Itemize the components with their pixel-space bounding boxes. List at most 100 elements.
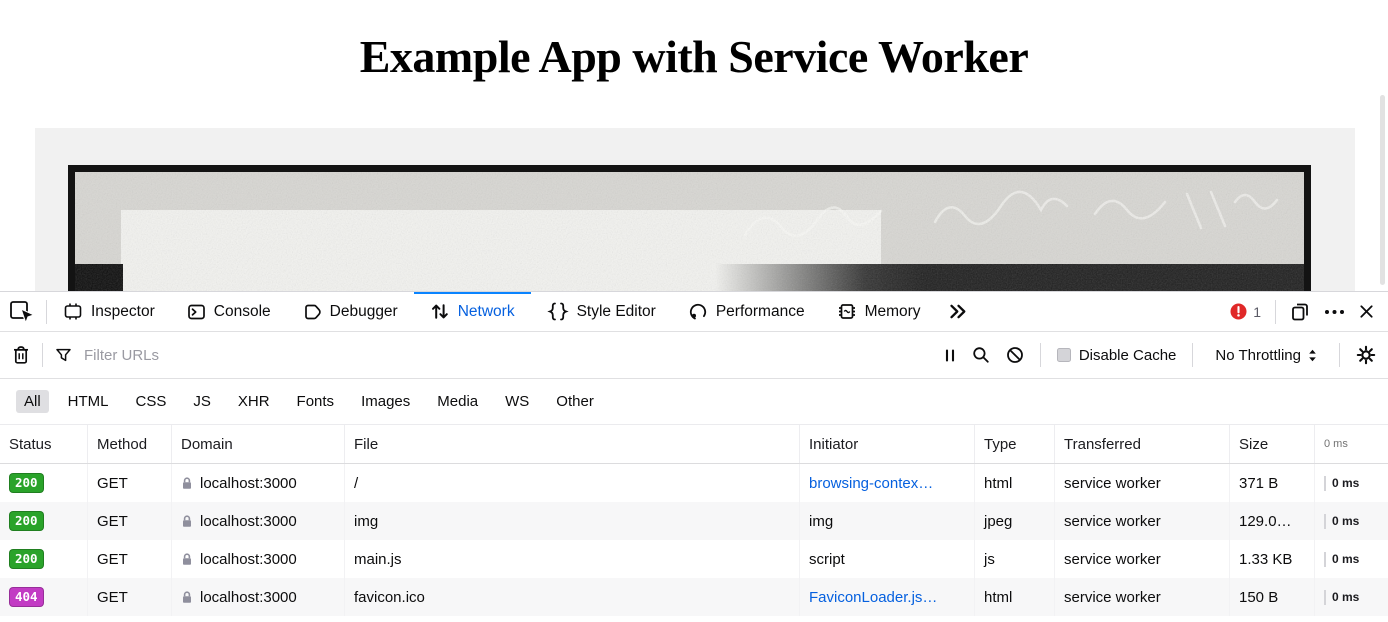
network-filter-bar: Disable Cache No Throttling [0, 332, 1388, 379]
lock-icon [181, 476, 193, 490]
type-cell: jpeg [975, 502, 1055, 540]
status-badge: 200 [9, 473, 44, 493]
method-cell: GET [88, 464, 172, 502]
filter-urls-input[interactable] [84, 347, 932, 364]
filterbar-divider [1040, 343, 1041, 367]
column-header-size[interactable]: Size [1230, 425, 1315, 463]
toolbar-divider [1275, 300, 1276, 324]
type-filter-css[interactable]: CSS [128, 390, 175, 413]
timeline-cell: 0 ms [1315, 464, 1388, 502]
filter-right: Disable Cache No Throttling [944, 343, 1376, 367]
initiator-cell[interactable]: FaviconLoader.js… [800, 578, 975, 616]
column-header-timeline[interactable]: 0 ms [1315, 425, 1388, 463]
type-filter-other[interactable]: Other [548, 390, 602, 413]
lock-icon [181, 590, 193, 604]
type-filter-fonts[interactable]: Fonts [289, 390, 343, 413]
devtools-panel: Inspector Console Debugger Network Style… [0, 291, 1388, 622]
type-cell: html [975, 464, 1055, 502]
column-header-initiator[interactable]: Initiator [800, 425, 975, 463]
type-filter-js[interactable]: JS [185, 390, 219, 413]
timeline-cell: 0 ms [1315, 578, 1388, 616]
search-icon[interactable] [972, 346, 990, 364]
filterbar-divider [42, 343, 43, 367]
network-request-row[interactable]: 200 GET localhost:3000 / browsing-contex… [0, 464, 1388, 502]
devtools-tab-network[interactable]: Network [414, 292, 531, 331]
devtools-tab-memory[interactable]: Memory [821, 292, 937, 331]
initiator-cell[interactable]: img [800, 502, 975, 540]
close-icon[interactable] [1359, 304, 1374, 319]
network-settings-gear-icon[interactable] [1356, 345, 1376, 365]
style-editor-icon [547, 302, 569, 321]
request-type-filters: All HTML CSS JS XHR Fonts Images Media W… [0, 379, 1388, 425]
performance-icon [688, 302, 708, 322]
timeline-cell: 0 ms [1315, 540, 1388, 578]
initiator-cell[interactable]: browsing-contex… [800, 464, 975, 502]
devtools-tab-console[interactable]: Console [171, 292, 287, 331]
type-filter-html[interactable]: HTML [60, 390, 117, 413]
type-filter-all[interactable]: All [16, 390, 49, 413]
type-filter-media[interactable]: Media [429, 390, 486, 413]
devtools-tab-inspector[interactable]: Inspector [47, 292, 171, 331]
method-cell: GET [88, 578, 172, 616]
pick-element-icon[interactable] [0, 292, 46, 331]
column-header-status[interactable]: Status [0, 425, 88, 463]
webpage-content: Example App with Service Worker [0, 0, 1388, 291]
file-cell: img [345, 502, 800, 540]
table-rows: 200 GET localhost:3000 / browsing-contex… [0, 464, 1388, 616]
type-cell: js [975, 540, 1055, 578]
filterbar-divider [1339, 343, 1340, 367]
disable-cache-label: Disable Cache [1079, 347, 1177, 364]
waterfall-tick [1324, 476, 1326, 491]
devtools-tab-debugger[interactable]: Debugger [287, 292, 414, 331]
status-badge: 200 [9, 511, 44, 531]
waterfall-tick [1324, 552, 1326, 567]
responsive-design-mode-icon[interactable] [1290, 302, 1310, 322]
type-filter-ws[interactable]: WS [497, 390, 537, 413]
chevron-double-right-icon[interactable] [937, 303, 978, 320]
size-cell: 1.33 KB [1230, 540, 1315, 578]
browser-screen: Example App with Service Worker [0, 0, 1388, 622]
file-cell: / [345, 464, 800, 502]
domain-cell: localhost:3000 [172, 464, 345, 502]
size-cell: 129.0… [1230, 502, 1315, 540]
file-cell: main.js [345, 540, 800, 578]
column-header-file[interactable]: File [345, 425, 800, 463]
error-icon [1230, 303, 1247, 320]
initiator-cell[interactable]: script [800, 540, 975, 578]
network-request-row[interactable]: 200 GET localhost:3000 img img jpeg serv… [0, 502, 1388, 540]
disable-cache-checkbox[interactable] [1057, 348, 1071, 362]
console-icon [187, 303, 206, 321]
disable-cache-control[interactable]: Disable Cache [1057, 347, 1177, 364]
transferred-cell: service worker [1055, 540, 1230, 578]
devtools-tab-style-editor[interactable]: Style Editor [531, 292, 672, 331]
devtools-tab-performance[interactable]: Performance [672, 292, 821, 331]
photo-corner [75, 264, 123, 291]
funnel-icon [55, 347, 72, 364]
column-header-type[interactable]: Type [975, 425, 1055, 463]
domain-cell: localhost:3000 [172, 578, 345, 616]
error-counter[interactable]: 1 [1230, 303, 1261, 320]
throttling-value: No Throttling [1215, 347, 1301, 364]
type-filter-images[interactable]: Images [353, 390, 418, 413]
type-filter-xhr[interactable]: XHR [230, 390, 278, 413]
size-cell: 150 B [1230, 578, 1315, 616]
photo-dark-region [715, 264, 1311, 291]
pause-icon[interactable] [944, 348, 956, 363]
column-header-method[interactable]: Method [88, 425, 172, 463]
waterfall-tick [1324, 590, 1326, 605]
throttling-select[interactable]: No Throttling [1209, 347, 1323, 364]
status-badge: 404 [9, 587, 44, 607]
error-count: 1 [1253, 304, 1261, 320]
page-scrollbar[interactable] [1380, 95, 1385, 285]
transferred-cell: service worker [1055, 502, 1230, 540]
block-icon[interactable] [1006, 346, 1024, 364]
column-header-transferred[interactable]: Transferred [1055, 425, 1230, 463]
trash-icon[interactable] [12, 345, 30, 365]
timeline-cell: 0 ms [1315, 502, 1388, 540]
meatball-menu-icon[interactable] [1324, 309, 1345, 315]
network-request-row[interactable]: 200 GET localhost:3000 main.js script js… [0, 540, 1388, 578]
network-icon [430, 302, 450, 321]
domain-cell: localhost:3000 [172, 540, 345, 578]
network-request-row[interactable]: 404 GET localhost:3000 favicon.ico Favic… [0, 578, 1388, 616]
column-header-domain[interactable]: Domain [172, 425, 345, 463]
